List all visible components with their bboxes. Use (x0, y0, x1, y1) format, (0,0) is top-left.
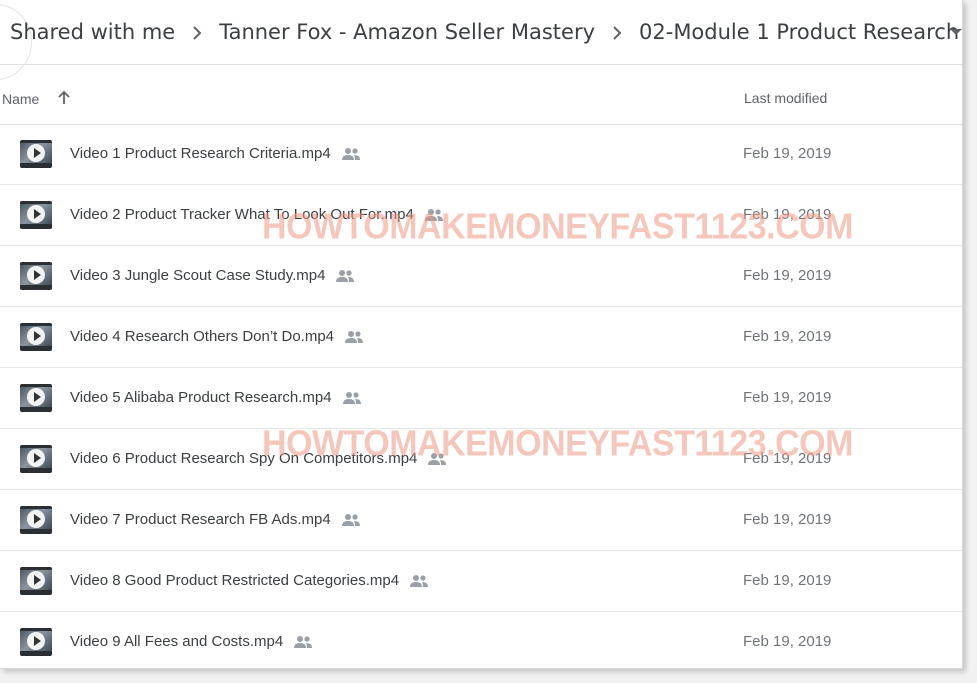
file-row[interactable]: Video 4 Research Others Don’t Do.mp4 Feb… (0, 307, 962, 368)
video-file-icon (20, 628, 52, 656)
modified-date: Feb 19, 2019 (743, 450, 832, 467)
modified-date: Feb 19, 2019 (743, 267, 832, 284)
file-row[interactable]: Video 9 All Fees and Costs.mp4 Feb 19, 2… (0, 612, 962, 668)
people-icon (424, 208, 444, 222)
video-file-icon (20, 201, 52, 229)
video-file-icon (20, 567, 52, 595)
file-name: Video 2 Product Tracker What To Look Out… (70, 206, 414, 223)
list-header: Name Last modified (0, 64, 962, 125)
file-row[interactable]: Video 7 Product Research FB Ads.mp4 Feb … (0, 490, 962, 551)
people-icon (341, 513, 361, 527)
modified-date: Feb 19, 2019 (743, 572, 832, 589)
breadcrumb-course-folder[interactable]: Tanner Fox - Amazon Seller Mastery (219, 20, 595, 44)
file-row[interactable]: Video 2 Product Tracker What To Look Out… (0, 185, 962, 246)
people-icon (335, 269, 355, 283)
file-row[interactable]: Video 5 Alibaba Product Research.mp4 Feb… (0, 368, 962, 429)
video-file-icon (20, 384, 52, 412)
file-name: Video 6 Product Research Spy On Competit… (70, 450, 418, 467)
arrow-up-icon[interactable] (56, 90, 72, 111)
file-row[interactable]: Video 6 Product Research Spy On Competit… (0, 429, 962, 490)
chevron-right-icon (175, 20, 219, 44)
file-name: Video 9 All Fees and Costs.mp4 (70, 633, 284, 650)
name-column-header[interactable]: Name (2, 91, 39, 107)
drive-window: Shared with me Tanner Fox - Amazon Selle… (0, 0, 963, 669)
modified-date: Feb 19, 2019 (743, 511, 832, 528)
breadcrumb-current-folder[interactable]: 02-Module 1 Product Research (639, 20, 959, 44)
video-file-icon (20, 262, 52, 290)
file-row[interactable]: Video 8 Good Product Restricted Categori… (0, 551, 962, 612)
file-row[interactable]: Video 3 Jungle Scout Case Study.mp4 Feb … (0, 246, 962, 307)
video-file-icon (20, 506, 52, 534)
video-file-icon (20, 323, 52, 351)
last-modified-column-header[interactable]: Last modified (744, 90, 840, 106)
people-icon (427, 452, 447, 466)
people-icon (342, 391, 362, 405)
file-name: Video 4 Research Others Don’t Do.mp4 (70, 328, 335, 345)
breadcrumb-shared-with-me[interactable]: Shared with me (10, 20, 175, 44)
modified-date: Feb 19, 2019 (743, 206, 832, 223)
people-icon (341, 147, 361, 161)
file-name: Video 5 Alibaba Product Research.mp4 (70, 389, 332, 406)
modified-date: Feb 19, 2019 (743, 145, 832, 162)
caret-down-icon[interactable] (950, 22, 962, 47)
people-icon (344, 330, 364, 344)
file-name: Video 7 Product Research FB Ads.mp4 (70, 511, 331, 528)
chevron-right-icon (595, 20, 639, 44)
video-file-icon (20, 140, 52, 168)
people-icon (293, 635, 313, 649)
file-row[interactable]: Video 1 Product Research Criteria.mp4 Fe… (0, 124, 962, 185)
video-file-icon (20, 445, 52, 473)
modified-date: Feb 19, 2019 (743, 633, 832, 650)
file-name: Video 8 Good Product Restricted Categori… (70, 572, 400, 589)
breadcrumb: Shared with me Tanner Fox - Amazon Selle… (0, 0, 962, 65)
modified-date: Feb 19, 2019 (743, 389, 832, 406)
file-list: Video 1 Product Research Criteria.mp4 Fe… (0, 124, 962, 668)
file-name: Video 3 Jungle Scout Case Study.mp4 (70, 267, 326, 284)
file-name: Video 1 Product Research Criteria.mp4 (70, 145, 331, 162)
modified-date: Feb 19, 2019 (743, 328, 832, 345)
people-icon (409, 574, 429, 588)
